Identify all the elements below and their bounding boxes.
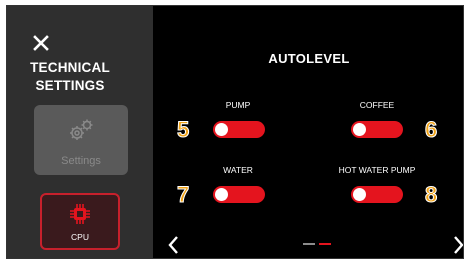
cpu-button[interactable]: CPU <box>40 193 120 250</box>
cpu-button-label: CPU <box>71 232 89 242</box>
toggle-knob <box>353 188 366 201</box>
setting-coffee-number: 6 <box>424 117 438 142</box>
chevron-right-icon[interactable] <box>453 235 463 255</box>
toggle-knob <box>353 123 366 136</box>
sidebar-title-line2: SETTINGS <box>35 78 105 93</box>
water-toggle[interactable] <box>213 186 265 203</box>
page-indicator <box>303 243 335 246</box>
sidebar-title: TECHNICAL SETTINGS <box>7 59 133 95</box>
close-icon[interactable] <box>33 35 49 51</box>
sidebar: TECHNICAL SETTINGS Settings CPU <box>7 6 153 258</box>
page-dot-2-active <box>319 243 331 245</box>
setting-hot-water-pump-number: 8 <box>424 182 438 207</box>
setting-water-number: 7 <box>176 182 190 207</box>
settings-button[interactable]: Settings <box>34 105 128 175</box>
toggle-knob <box>215 188 228 201</box>
page-title: AUTOLEVEL <box>268 51 350 66</box>
gear-icon <box>66 117 96 143</box>
pump-toggle[interactable] <box>213 121 265 138</box>
coffee-toggle[interactable] <box>351 121 403 138</box>
chevron-left-icon[interactable] <box>167 235 179 255</box>
toggle-knob <box>215 123 228 136</box>
setting-water-label: WATER <box>223 165 253 175</box>
sidebar-title-line1: TECHNICAL <box>30 60 110 75</box>
setting-pump-label: PUMP <box>225 100 251 110</box>
setting-coffee-label: COFFEE <box>359 100 395 110</box>
setting-hot-water-pump-label: HOT WATER PUMP <box>338 165 416 175</box>
hot-water-pump-toggle[interactable] <box>351 186 403 203</box>
page-dot-1 <box>303 243 315 245</box>
cpu-chip-icon <box>69 203 91 225</box>
settings-button-label: Settings <box>61 155 101 167</box>
screen: TECHNICAL SETTINGS Settings CPU AUTOLEVE… <box>6 5 464 259</box>
setting-pump-number: 5 <box>176 117 190 142</box>
